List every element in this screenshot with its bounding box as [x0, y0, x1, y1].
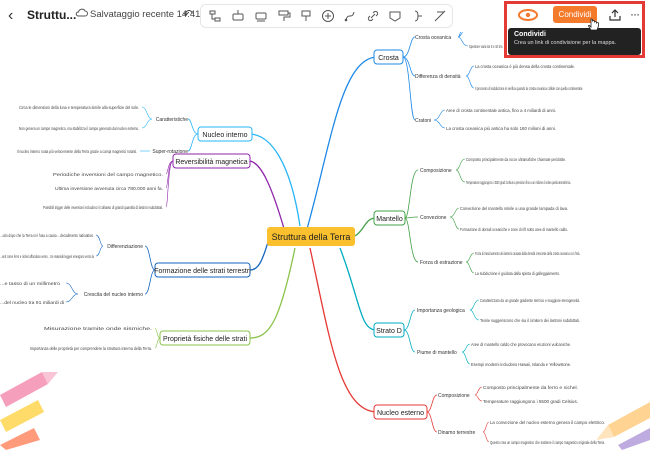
export-icon[interactable] — [608, 8, 622, 22]
leaf-text[interactable]: ...uito dopo che la Terra si è fusa a ca… — [0, 233, 94, 239]
leaf-text[interactable]: Questo crea un campo magnetico che sosti… — [490, 440, 605, 446]
clear-format-icon[interactable] — [433, 9, 447, 23]
leaf-text[interactable]: Teorie suggeriscono che sia il cimitero … — [480, 318, 580, 324]
leaf-text[interactable]: Il processo di subduzione si verifica qu… — [475, 86, 583, 92]
leaf-text[interactable]: Temperature raggiungono i 5500 gradi Cel… — [483, 399, 578, 405]
subtopic-label[interactable]: Differenziazione — [107, 244, 143, 250]
app-logo-icon — [518, 9, 538, 21]
leaf-text[interactable]: Il nucleo interno ruota più velocemente … — [17, 149, 137, 155]
document-title[interactable]: Struttu... — [27, 8, 76, 22]
topic-mantello-label: Mantello — [376, 216, 403, 223]
leaf-text[interactable]: La convezione del nucleo esterno genera … — [490, 420, 605, 426]
tooltip-title: Condividi — [514, 31, 546, 38]
subtopic-icon[interactable] — [208, 9, 222, 23]
subtopic-label[interactable]: Piume di mantello — [417, 350, 457, 356]
leaf-text[interactable]: Forza di trascinamento dei lastroni caus… — [475, 251, 580, 257]
leaf-text[interactable]: Importanza delle proprietà per comprende… — [30, 346, 152, 352]
subtopic-label[interactable]: Composizione — [438, 393, 470, 399]
topic-reversibilita-magnetica-label: Reversibilità magnetica — [175, 159, 247, 166]
tooltip-body: Crea un link di condivisione per la mapp… — [514, 40, 617, 46]
topic-proprieta-fisiche-label: Proprietà fisiche delle strati — [163, 336, 247, 343]
topic-crosta-label: Crosta — [378, 55, 399, 62]
leaf-text[interactable]: ...del nucleo tra 91 miliardi di — [0, 300, 64, 306]
connector-icon[interactable] — [343, 9, 357, 23]
add-icon[interactable] — [321, 9, 335, 23]
brush-icon[interactable] — [299, 9, 313, 23]
subtopic-label[interactable]: Caratteristiche — [156, 117, 188, 123]
cloud-icon — [75, 8, 88, 17]
topic-nucleo-interno-label: Nucleo interno — [202, 132, 247, 139]
leaf-text[interactable]: Circa le dimensioni della luna e tempera… — [19, 105, 139, 111]
leaf-text[interactable]: Caratterizzato da un grande gradiente te… — [480, 298, 580, 304]
leaf-text[interactable]: La subduzione è guidata dalla spinta di … — [475, 271, 560, 277]
subtopic-label[interactable]: Dinamo terrestre — [438, 430, 475, 436]
link-icon[interactable] — [366, 9, 380, 23]
leaf-text[interactable]: Composto principalmente da rocce ultrama… — [466, 157, 566, 163]
subtopic-label[interactable]: Crescita del nucleo interno — [84, 292, 143, 298]
share-tooltip: Condividi Crea un link di condivisione p… — [508, 28, 641, 55]
central-topic-label: Struttura della Terra — [272, 232, 351, 242]
subtopic-label[interactable]: Composizione — [420, 168, 452, 174]
floating-icon[interactable] — [254, 9, 268, 23]
subtopic-label[interactable]: Importanza geologica — [417, 308, 465, 314]
leaf-text[interactable]: Convezione del mantello simile a una gra… — [460, 206, 568, 212]
leaf-text[interactable]: ...enti come ferro e nichel affondano ve… — [0, 254, 94, 260]
leaf-text[interactable]: Aree di crosta continentale antica, fino… — [446, 108, 556, 114]
undo-icon[interactable]: ↶ — [183, 7, 193, 21]
leaf-text[interactable]: Misurazione tramite onde sismiche. — [44, 326, 152, 332]
topic-strato-d-label: Strato D — [376, 328, 402, 335]
topic-icon[interactable] — [231, 9, 245, 23]
mind-map-canvas[interactable]: Struttura della Terra Crosta Mantello St… — [0, 0, 650, 450]
leaf-text[interactable]: Aree di mantello caldo che provocano eru… — [471, 342, 571, 348]
more-icon[interactable]: ··· — [630, 7, 640, 21]
cursor-icon — [588, 18, 599, 31]
back-icon[interactable]: ‹ — [8, 7, 13, 25]
summary-icon[interactable] — [411, 9, 425, 23]
leaf-text[interactable]: Non genera un campo magnetico, ma stabil… — [19, 126, 139, 132]
leaf-text[interactable]: Composto principalmente da ferro e niche… — [483, 385, 578, 391]
edit-toolbar-group — [200, 4, 453, 28]
subtopic-label[interactable]: Forza di estrazione — [420, 260, 463, 266]
leaf-text[interactable]: Ultima inversione avvenuta circa 780.000… — [55, 186, 163, 192]
subtopic-label[interactable]: Cratoni — [415, 118, 431, 124]
leaf-text[interactable]: Spessore varia tra 5 e 10 km. — [469, 44, 503, 50]
leaf-text[interactable]: Formazione di dorsali oceaniche e zone d… — [460, 227, 568, 233]
leaf-text[interactable]: Possibili trigger delle inversioni inclu… — [43, 205, 163, 211]
leaf-text[interactable]: La crosta oceanica è più densa della cro… — [475, 64, 575, 70]
leaf-text[interactable]: Temperature raggiungono i 3500 gradi Cel… — [466, 180, 571, 186]
subtopic-label[interactable]: Super-rotazione — [152, 149, 188, 155]
leaf-text[interactable]: ...e tasso di un millimetro — [0, 281, 60, 287]
subtopic-label[interactable]: Convezione — [420, 215, 447, 221]
boundary-icon[interactable] — [388, 9, 402, 23]
subtopic-label[interactable]: Differenza di densità — [415, 74, 461, 80]
decorative-pencil-left — [0, 372, 58, 450]
leaf-text[interactable]: Periodiche inversioni del campo magnetic… — [53, 172, 163, 178]
format-painter-icon[interactable] — [277, 9, 291, 23]
topic-formazione-strati-label: Formazione delle strati terrestri — [154, 268, 251, 275]
leaf-text[interactable]: La crosta oceanica più antica ha solo 18… — [446, 126, 556, 132]
topic-nucleo-esterno-label: Nucleo esterno — [377, 410, 424, 417]
subtopic-label[interactable]: Crosta oceanica — [415, 35, 451, 41]
leaf-text[interactable]: Esempi moderni includono Hawaii, Islanda… — [471, 362, 571, 368]
